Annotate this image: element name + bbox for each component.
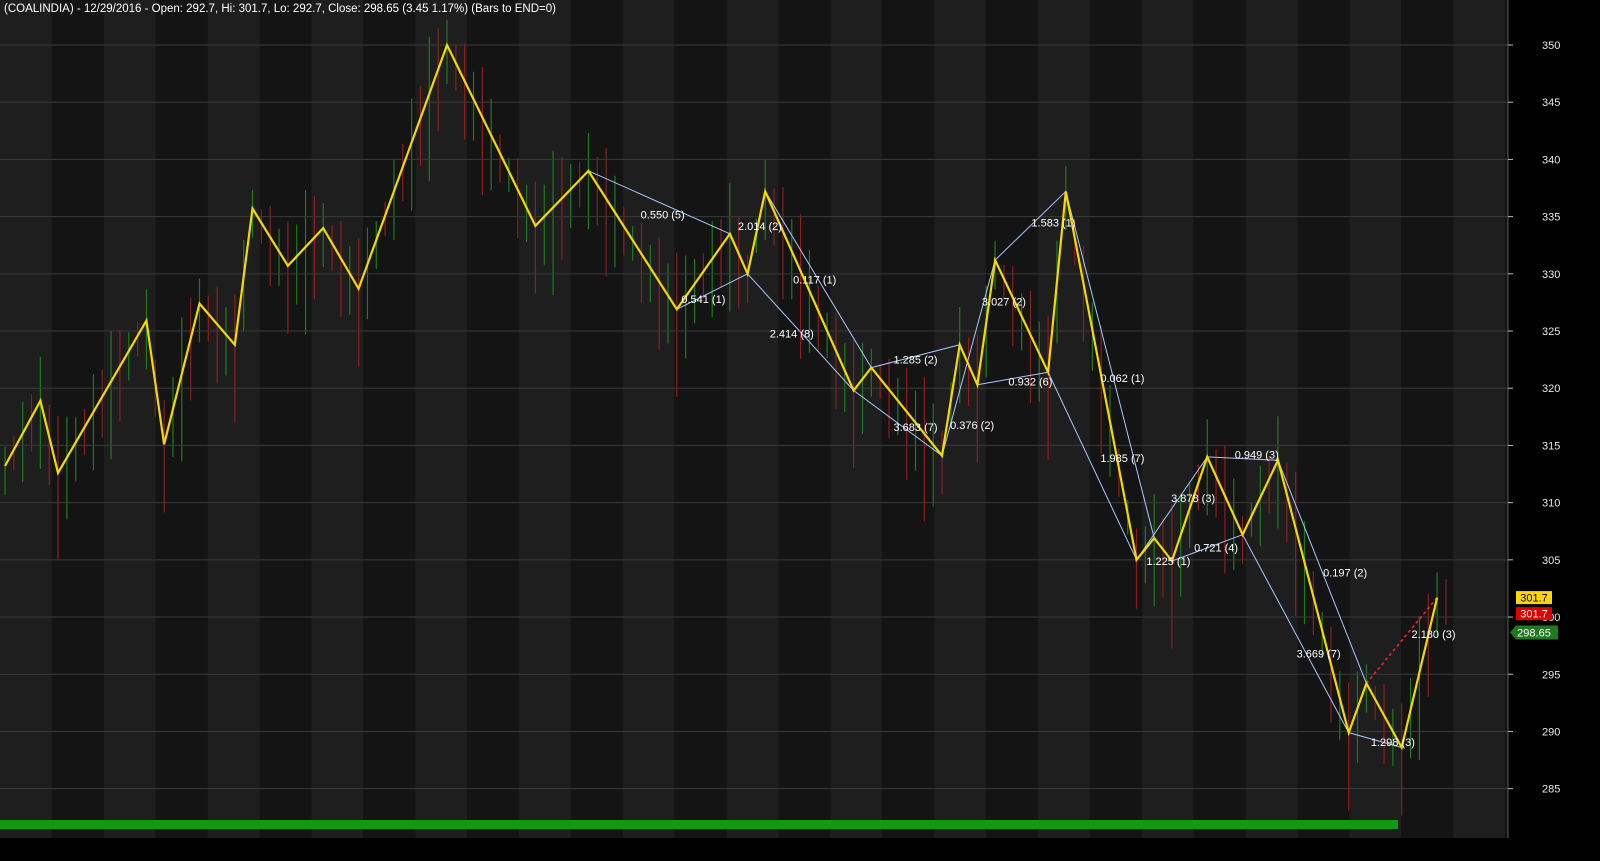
ratio-label: 0.376 (2) [950,420,994,432]
plot-band [778,0,831,838]
tick-label: 325 [1542,326,1560,338]
plot-band [1297,0,1350,838]
ratio-label: 0.949 (3) [1235,450,1279,462]
chart-root: 0.550 (5) 2.014 (2) 0.541 (1) 0.117 (1) 2.41… [0,0,1600,856]
tick-label: 295 [1542,669,1560,681]
price-badge-label: 301.7 [1520,593,1548,605]
plot-band [1038,0,1090,838]
plot-bands [0,0,1600,856]
price-badges: 301.7 301.7 298.65 [1510,591,1558,640]
ratio-label: 3.683 (7) [894,422,938,434]
ratio-label: 0.117 (1) [793,275,836,287]
chart-title: (COALINDIA) - 12/29/2016 - Open: 292.7, … [4,3,556,15]
ratio-label: 3.669 (7) [1297,649,1341,661]
plot-band [674,0,727,838]
ratio-label: 2.414 (8) [770,328,814,340]
price-badge-label: 301.7 [1520,609,1548,621]
plot-band [363,0,416,838]
plot-band [1141,0,1194,838]
tick-label: 320 [1542,383,1560,395]
ratio-label: 0.062 (1) [1100,373,1144,385]
ratio-label: 2.180 (3) [1412,629,1456,641]
tick-label: 305 [1542,555,1560,567]
tick-label: 345 [1542,97,1560,109]
bottom-volume-bar [0,820,1398,829]
ratio-label: 1.985 (7) [1100,453,1144,465]
plot-band [1089,0,1142,838]
plot-band [622,0,675,838]
ratio-label: 3.878 (3) [1171,493,1215,505]
plot-band [1453,0,1506,838]
ratio-label: 2.014 (2) [738,221,782,233]
ratio-label: 3.027 (2) [982,296,1026,308]
tick-label: 330 [1542,269,1560,281]
plot-band [207,0,260,838]
plot-band [1245,0,1298,838]
ratio-label: 1.298 (3) [1371,737,1415,749]
ratio-label: 0.197 (2) [1323,567,1367,579]
plot-band [570,0,623,838]
plot-band [726,0,779,838]
ratio-label: 0.932 (6) [1008,376,1052,388]
plot-band [882,0,935,838]
ratio-label: 1.583 (1) [1031,217,1075,229]
ratio-label: 0.721 (4) [1194,542,1238,554]
plot-band [1193,0,1246,838]
tick-label: 290 [1542,726,1560,738]
tick-label: 285 [1542,784,1560,796]
tick-label: 310 [1542,498,1560,510]
plot-band [830,0,883,838]
plot-band [519,0,571,838]
plot-band [311,0,364,838]
ratio-label: 0.550 (5) [641,209,685,221]
tick-label: 350 [1542,40,1560,52]
plot-band [415,0,468,838]
plot-band [467,0,519,838]
ratio-label: 1.225 (1) [1146,556,1190,568]
price-badge-label: 298.65 [1517,627,1551,639]
tick-label: 315 [1542,440,1560,452]
ratio-label: 0.541 (1) [681,294,725,306]
ratio-label: 1.285 (2) [894,355,938,367]
plot-band [51,0,104,838]
plot-band [259,0,312,838]
price-chart[interactable]: 0.550 (5) 2.014 (2) 0.541 (1) 0.117 (1) 2.41… [0,0,1600,856]
tick-label: 340 [1542,154,1560,166]
tick-label: 335 [1542,212,1560,224]
